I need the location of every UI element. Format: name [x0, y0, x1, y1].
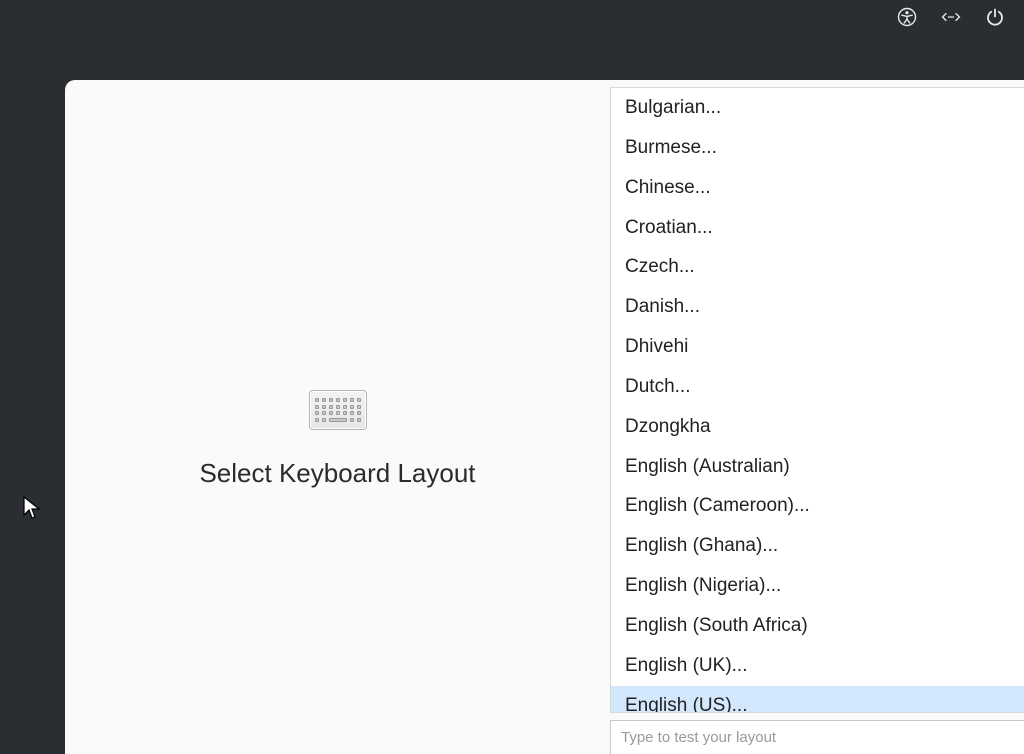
test-input-wrap: [610, 720, 1024, 754]
right-pane: Bulgarian...Burmese...Chinese...Croatian…: [610, 80, 1024, 754]
left-pane: Select Keyboard Layout: [65, 80, 610, 754]
accessibility-icon[interactable]: [896, 6, 918, 28]
mouse-cursor: [22, 495, 42, 521]
setup-panel: Select Keyboard Layout Bulgarian...Burme…: [65, 80, 1024, 754]
layout-option[interactable]: Dutch...: [611, 367, 1024, 407]
layout-option[interactable]: Czech...: [611, 247, 1024, 287]
layout-option[interactable]: Chinese...: [611, 168, 1024, 208]
top-bar: [896, 0, 1024, 34]
layout-option[interactable]: English (Nigeria)...: [611, 566, 1024, 606]
layout-option[interactable]: Danish...: [611, 287, 1024, 327]
layout-option[interactable]: English (Cameroon)...: [611, 486, 1024, 526]
power-icon[interactable]: [984, 6, 1006, 28]
layout-option[interactable]: English (Ghana)...: [611, 526, 1024, 566]
keyboard-layout-list[interactable]: Bulgarian...Burmese...Chinese...Croatian…: [610, 87, 1024, 713]
layout-option[interactable]: Bulgarian...: [611, 88, 1024, 128]
layout-option[interactable]: Croatian...: [611, 208, 1024, 248]
layout-option[interactable]: English (US)...: [611, 686, 1024, 713]
keyboard-icon: [309, 390, 367, 430]
layout-option[interactable]: Burmese...: [611, 128, 1024, 168]
layout-option[interactable]: English (South Africa): [611, 606, 1024, 646]
page-title: Select Keyboard Layout: [199, 458, 475, 489]
layout-option[interactable]: English (UK)...: [611, 646, 1024, 686]
input-source-icon[interactable]: [940, 6, 962, 28]
layout-option[interactable]: Dhivehi: [611, 327, 1024, 367]
layout-option[interactable]: Dzongkha: [611, 407, 1024, 447]
layout-option[interactable]: English (Australian): [611, 447, 1024, 487]
test-layout-input[interactable]: [610, 720, 1024, 754]
